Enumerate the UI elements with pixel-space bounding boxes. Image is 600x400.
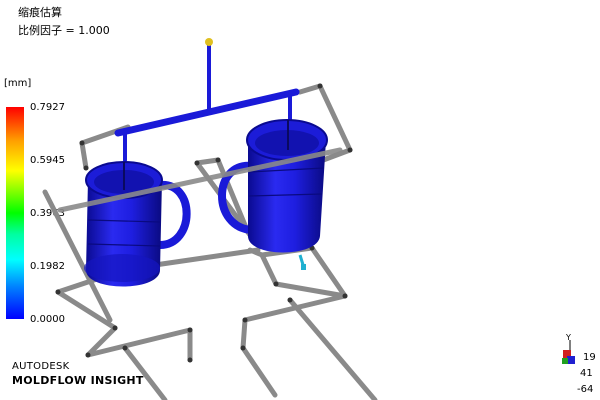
model-viewport[interactable] [0,0,600,400]
axis-label-2: 41 [580,368,593,379]
right-cup-part [218,119,328,253]
axis-y-mark: Y [566,333,571,342]
brand-autodesk: AUTODESK [12,361,70,372]
brand-moldflow: MOLDFLOW INSIGHT [12,374,144,387]
axis-label-3: -64 [577,384,594,395]
sink-mark-hotspot [298,254,306,270]
axis-label-1: 19 [583,352,596,363]
left-cup-part [84,161,191,287]
injection-point-icon [205,38,213,46]
